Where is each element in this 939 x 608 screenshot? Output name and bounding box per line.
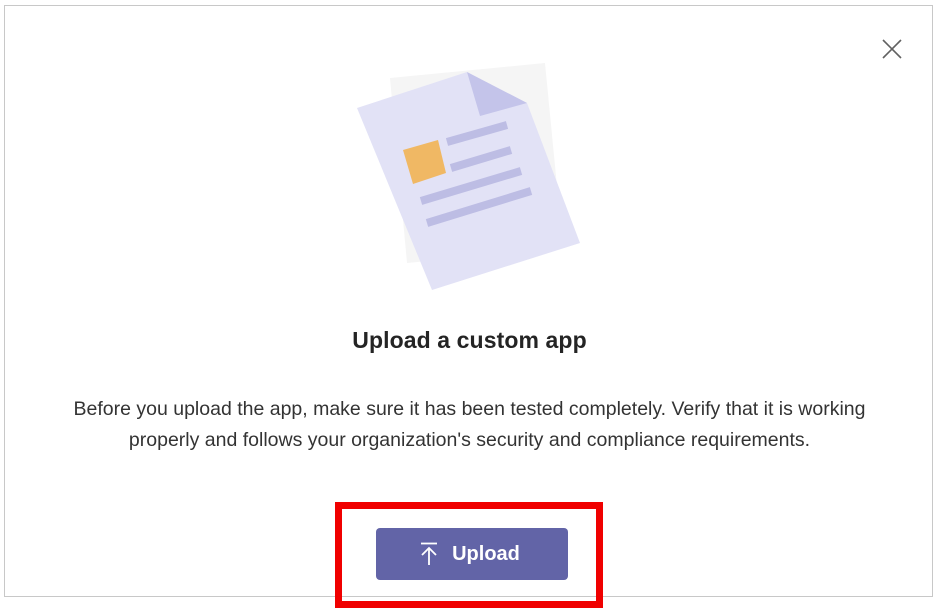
upload-button[interactable]: Upload [376, 528, 568, 580]
dialog-title: Upload a custom app [352, 327, 587, 353]
document-illustration [345, 58, 595, 308]
upload-arrow-icon [421, 542, 438, 565]
upload-button-label: Upload [452, 542, 520, 565]
dialog-description: Before you upload the app, make sure it … [73, 398, 866, 451]
upload-custom-app-dialog: Upload a custom app Before you upload th… [4, 5, 933, 608]
close-icon [882, 39, 902, 59]
close-button[interactable] [877, 34, 907, 64]
